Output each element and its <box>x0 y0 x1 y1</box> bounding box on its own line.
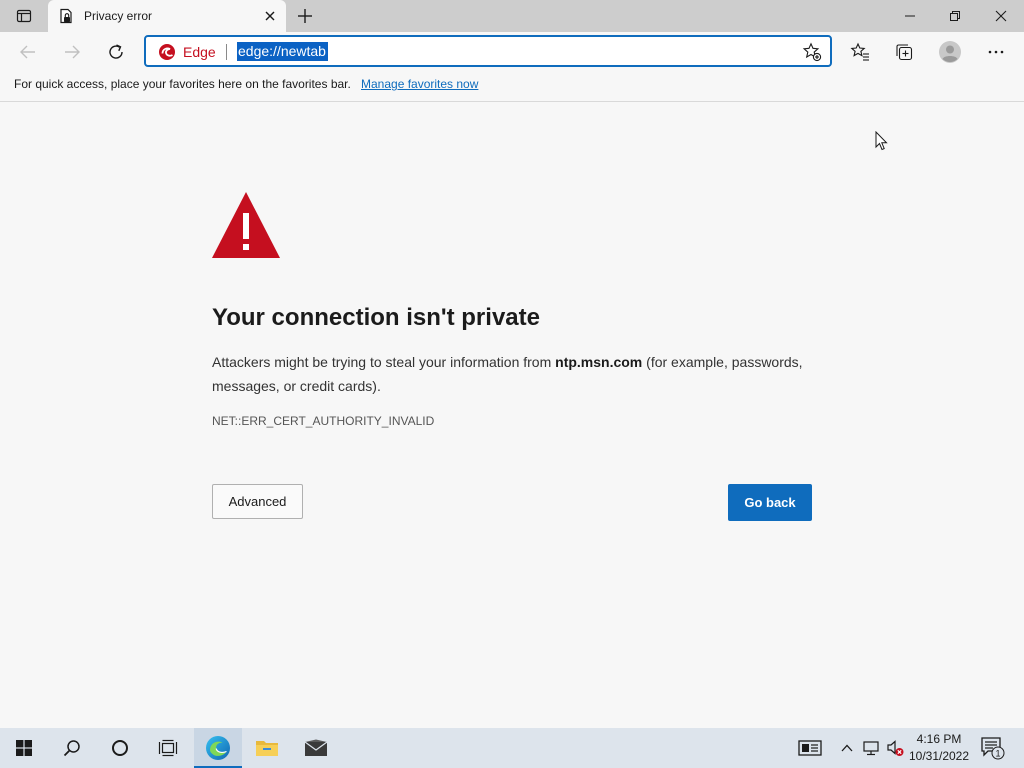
network-button[interactable] <box>860 728 882 768</box>
minimize-button[interactable] <box>888 0 932 32</box>
avatar-icon <box>939 41 961 63</box>
go-back-button[interactable]: Go back <box>728 484 812 521</box>
back-button[interactable] <box>12 36 44 68</box>
tab-strip: Privacy error <box>0 0 1024 32</box>
page-lock-icon <box>60 8 72 24</box>
close-tab-icon[interactable] <box>262 8 278 24</box>
plus-icon <box>298 9 312 23</box>
restore-icon <box>950 11 960 21</box>
description-prefix: Attackers might be trying to steal your … <box>212 354 556 370</box>
taskbar-edge-button[interactable] <box>194 728 242 768</box>
favorites-bar-message: For quick access, place your favorites h… <box>14 77 351 91</box>
favorites-bar: For quick access, place your favorites h… <box>0 72 1024 102</box>
address-bar[interactable]: Edge edge://newtab <box>144 35 832 67</box>
task-view-button[interactable] <box>144 728 192 768</box>
edge-warning-icon <box>159 44 175 60</box>
action-center-button[interactable]: 1 <box>978 728 1008 768</box>
error-page: Your connection isn't private Attackers … <box>0 103 1024 728</box>
file-explorer-icon <box>256 741 278 756</box>
new-tab-button[interactable] <box>292 4 318 28</box>
news-interests-button[interactable] <box>794 728 826 768</box>
error-description: Attackers might be trying to steal your … <box>212 350 822 398</box>
arrow-right-icon <box>65 45 80 59</box>
cortana-button[interactable] <box>96 728 144 768</box>
navigation-toolbar: Edge edge://newtab <box>0 32 1024 72</box>
start-icon <box>16 740 32 756</box>
file-explorer-button[interactable] <box>243 728 291 768</box>
profile-button[interactable] <box>934 36 966 68</box>
chevron-up-icon <box>841 744 853 752</box>
site-domain: ntp.msn.com <box>555 354 643 370</box>
advanced-button[interactable]: Advanced <box>212 484 303 519</box>
minimize-icon <box>905 15 915 17</box>
edge-icon <box>206 736 230 760</box>
refresh-button[interactable] <box>100 36 132 68</box>
arrow-left-icon <box>20 45 35 59</box>
close-icon <box>995 10 1007 22</box>
mail-button[interactable] <box>292 728 340 768</box>
collections-icon <box>896 44 913 61</box>
favorites-button[interactable] <box>844 36 876 68</box>
tab-actions-button[interactable] <box>10 4 38 28</box>
news-icon <box>798 740 822 756</box>
notification-count: 1 <box>995 749 1000 759</box>
page-title: Your connection isn't private <box>212 304 540 331</box>
tab-privacy-error[interactable]: Privacy error <box>48 0 286 32</box>
mouse-cursor-icon <box>875 131 888 151</box>
refresh-icon <box>109 44 123 59</box>
collections-button[interactable] <box>888 36 920 68</box>
favorites-star-icon <box>850 42 869 61</box>
start-button[interactable] <box>0 728 48 768</box>
manage-favorites-link[interactable]: Manage favorites now <box>361 77 478 91</box>
settings-menu-button[interactable] <box>980 36 1012 68</box>
divider <box>226 44 227 60</box>
mail-icon <box>304 739 328 756</box>
add-favorite-icon[interactable] <box>802 42 822 62</box>
system-clock[interactable]: 4:16 PM 10/31/2022 <box>906 731 972 765</box>
network-icon <box>863 741 879 756</box>
search-icon <box>63 740 80 757</box>
cortana-icon <box>112 740 128 756</box>
volume-muted-icon <box>887 740 904 756</box>
task-view-icon <box>158 739 178 757</box>
show-hidden-icons-button[interactable] <box>838 728 856 768</box>
close-window-button[interactable] <box>978 0 1024 32</box>
notification-icon: 1 <box>981 737 1005 760</box>
clock-time: 4:16 PM <box>916 732 962 746</box>
tab-actions-icon <box>16 9 32 23</box>
restore-button[interactable] <box>932 0 978 32</box>
error-code[interactable]: NET::ERR_CERT_AUTHORITY_INVALID <box>212 414 434 428</box>
forward-button[interactable] <box>56 36 88 68</box>
more-horizontal-icon <box>988 50 1004 54</box>
tab-title: Privacy error <box>84 9 153 23</box>
url-text[interactable]: edge://newtab <box>237 42 328 61</box>
clock-date: 10/31/2022 <box>908 749 970 763</box>
browser-window: Privacy error Edge edge://newtab For qui… <box>0 0 1024 768</box>
search-button[interactable] <box>48 728 96 768</box>
taskbar: 4:16 PM 10/31/2022 1 <box>0 728 1024 768</box>
site-identity-label[interactable]: Edge <box>183 44 216 60</box>
volume-button[interactable] <box>884 728 906 768</box>
warning-triangle-icon <box>212 192 280 258</box>
